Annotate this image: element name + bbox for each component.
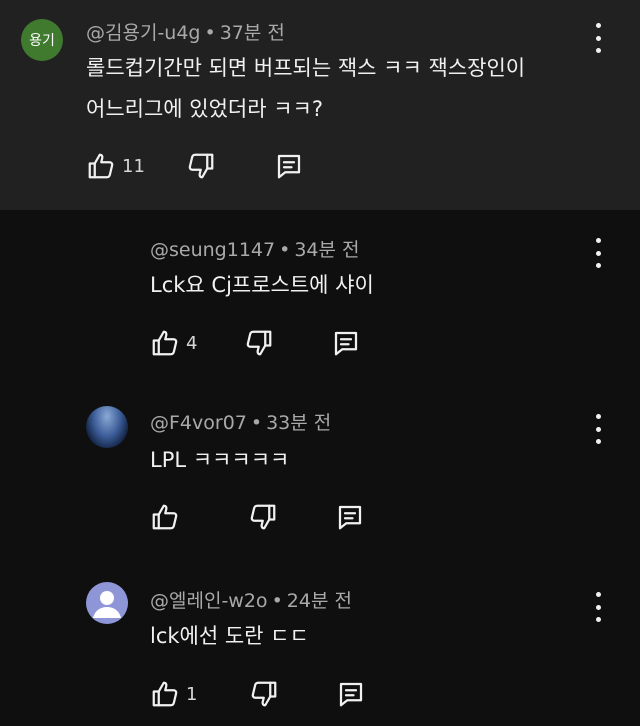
- reply-button[interactable]: [331, 328, 361, 358]
- more-dot: [595, 439, 601, 444]
- comment-text: LPL ㅋㅋㅋㅋㅋ: [150, 440, 289, 481]
- author-name[interactable]: @엘레인-w2o: [150, 590, 268, 612]
- more-options-button[interactable]: [588, 23, 608, 53]
- comment-meta: @seung1147 • 34분 전: [150, 235, 360, 262]
- meta-separator: •: [250, 412, 263, 434]
- thumbs-up-icon: [88, 153, 114, 179]
- thumbs-down-icon: [252, 681, 277, 707]
- more-dot: [595, 426, 601, 432]
- thumbs-up-icon: [152, 681, 178, 707]
- more-vertical-icon: [595, 23, 601, 28]
- meta-separator: •: [271, 590, 283, 612]
- thumbs-up-icon: [152, 504, 178, 530]
- meta-separator: •: [204, 22, 216, 44]
- like-button[interactable]: 4: [150, 328, 197, 358]
- user-silhouette-icon: [93, 591, 121, 618]
- timestamp[interactable]: 33분 전: [266, 412, 331, 434]
- thumbs-down-icon: [188, 153, 214, 179]
- comment-line: Lck요 Cj프로스트에 샤이: [150, 273, 374, 297]
- comment-line: 어느리그에 있었더라 ㅋㅋ?: [86, 97, 324, 121]
- author-name[interactable]: @김용기-u4g: [86, 22, 201, 44]
- comment-actions: 11: [86, 151, 304, 181]
- reply-comment: @F4vor07 • 33분 전 LPL ㅋㅋㅋㅋㅋ: [0, 388, 640, 558]
- reply-button[interactable]: [274, 151, 304, 181]
- reply-icon: [277, 154, 301, 179]
- like-button[interactable]: 11: [86, 151, 145, 181]
- reply-comment: @엘레인-w2o • 24분 전 lck에선 도란 ㄷㄷ 1: [0, 565, 640, 726]
- timestamp[interactable]: 37분 전: [220, 22, 285, 44]
- reply-icon: [335, 331, 358, 356]
- author-name[interactable]: @F4vor07: [150, 412, 247, 434]
- comment-meta: @김용기-u4g • 37분 전: [86, 18, 285, 45]
- comment-top: 용기 @김용기-u4g • 37분 전 롤드컵기간만 되면 버프되는 잭스 ㅋㅋ 잭…: [0, 0, 640, 210]
- more-dot: [595, 48, 601, 53]
- avatar-initials: 용기: [29, 33, 55, 49]
- comment-actions: [150, 502, 365, 532]
- more-vertical-icon: [595, 238, 601, 243]
- more-options-button[interactable]: [588, 592, 608, 622]
- more-vertical-icon: [595, 592, 601, 597]
- more-options-button[interactable]: [588, 414, 608, 444]
- more-options-button[interactable]: [588, 238, 608, 268]
- like-button[interactable]: [150, 502, 180, 532]
- comment-text: lck에선 도란 ㄷㄷ: [150, 616, 309, 657]
- thumbs-down-icon: [250, 504, 276, 530]
- reply-icon: [338, 505, 362, 530]
- more-dot: [595, 617, 601, 622]
- comment-text: 롤드컵기간만 되면 버프되는 잭스 ㅋㅋ 잭스장인이 어느리그에 있었더라 ㅋㅋ…: [86, 48, 525, 130]
- thumbs-up-icon: [152, 330, 178, 356]
- comment-line: lck에선 도란 ㄷㄷ: [150, 624, 309, 648]
- dislike-button[interactable]: [186, 151, 216, 181]
- timestamp[interactable]: 24분 전: [287, 590, 352, 612]
- like-count: 4: [186, 332, 198, 354]
- avatar[interactable]: 용기: [21, 19, 63, 61]
- comment-actions: 4: [150, 328, 361, 358]
- comment-line: LPL ㅋㅋㅋㅋㅋ: [150, 448, 290, 472]
- reply-button[interactable]: [336, 679, 366, 709]
- more-dot: [595, 250, 601, 256]
- more-dot: [595, 263, 601, 268]
- comment-line: 롤드컵기간만 되면 버프되는 잭스 ㅋㅋ 잭스장인이: [86, 56, 526, 80]
- comment-meta: @F4vor07 • 33분 전: [150, 408, 331, 435]
- more-dot: [595, 35, 601, 41]
- more-dot: [595, 604, 601, 610]
- avatar[interactable]: [86, 582, 128, 624]
- meta-separator: •: [279, 239, 291, 261]
- thumbs-down-icon: [247, 330, 272, 356]
- reply-button[interactable]: [335, 502, 365, 532]
- timestamp[interactable]: 34분 전: [294, 239, 359, 261]
- avatar[interactable]: [86, 406, 128, 448]
- dislike-button[interactable]: [248, 502, 278, 532]
- comment-actions: 1: [150, 679, 366, 709]
- reply-icon: [340, 682, 363, 707]
- more-vertical-icon: [595, 414, 601, 419]
- author-name[interactable]: @seung1147: [150, 239, 275, 261]
- comment-text: Lck요 Cj프로스트에 샤이: [150, 265, 374, 306]
- comment-meta: @엘레인-w2o • 24분 전: [150, 586, 352, 613]
- like-count: 1: [186, 683, 198, 705]
- dislike-button[interactable]: [249, 679, 279, 709]
- reply-comment: @seung1147 • 34분 전 Lck요 Cj프로스트에 샤이 4: [0, 210, 640, 380]
- dislike-button[interactable]: [244, 328, 274, 358]
- like-count: 11: [122, 155, 145, 177]
- like-button[interactable]: 1: [150, 679, 197, 709]
